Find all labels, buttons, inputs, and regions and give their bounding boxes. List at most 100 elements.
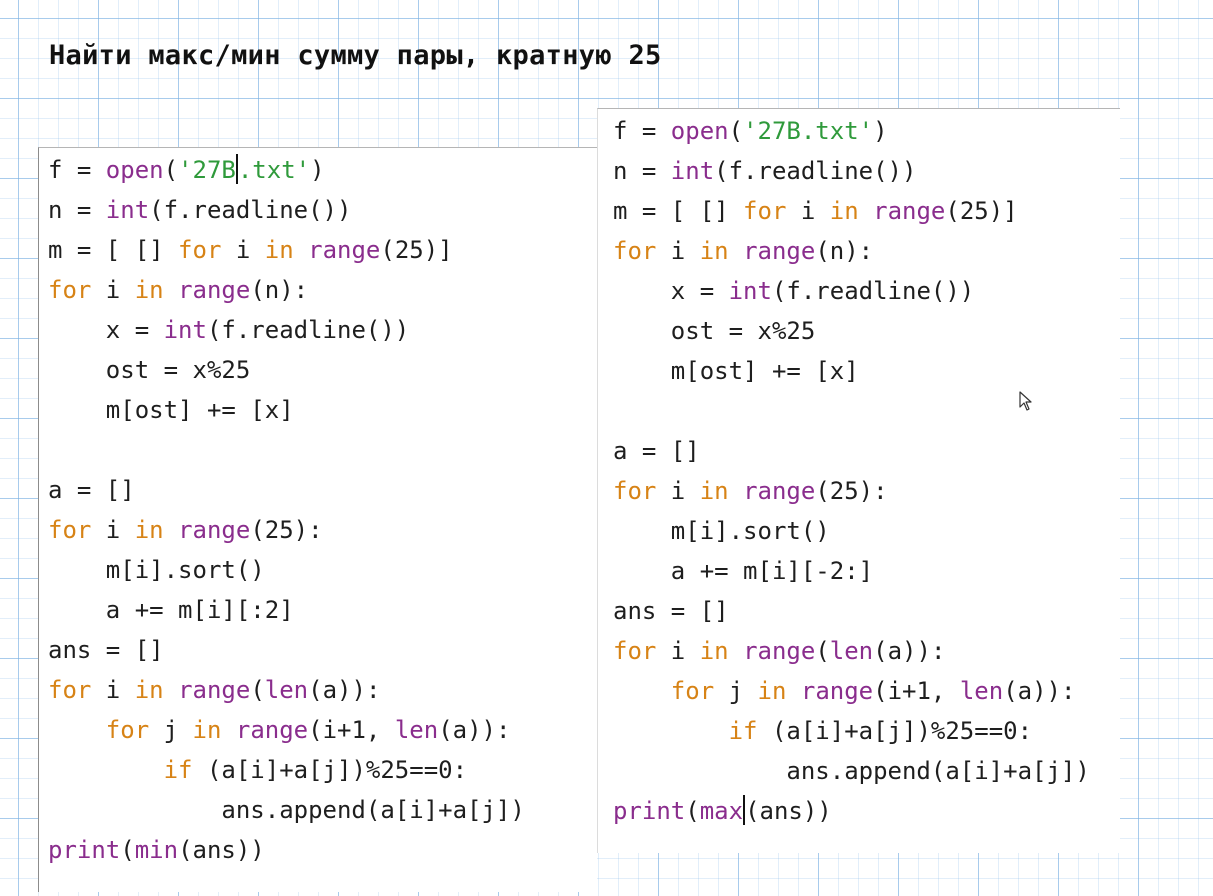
code-builtin: len — [959, 677, 1004, 705]
code-line: ost = x%25 — [48, 350, 525, 390]
code-string: .txt' — [237, 156, 311, 184]
code-line: m[i].sort() — [613, 511, 1090, 551]
code-line: if (a[i]+a[j])%25==0: — [613, 711, 1090, 751]
code-text: (n): — [250, 276, 309, 304]
code-builtin: range — [178, 676, 251, 704]
code-builtin: open — [670, 117, 729, 145]
code-text: (a)): — [308, 676, 381, 704]
code-text: ) — [873, 117, 888, 145]
code-line: print(min(ans)) — [48, 830, 525, 870]
code-builtin: range — [743, 637, 816, 665]
code-text: m[ost] += [x] — [613, 357, 859, 385]
code-keyword: in — [699, 477, 729, 505]
code-line: f = open('27B.txt') — [48, 150, 525, 190]
code-text: (a)): — [1003, 677, 1076, 705]
code-builtin: range — [873, 197, 946, 225]
code-text: j — [714, 677, 758, 705]
code-text: ( — [815, 637, 830, 665]
code-text: (ans)) — [178, 836, 265, 864]
code-text: ( — [728, 117, 744, 145]
code-text: (a)): — [438, 716, 511, 744]
code-text: i — [91, 276, 135, 304]
code-text: ans.append(a[i]+a[j]) — [613, 757, 1090, 785]
code-text: i — [91, 516, 135, 544]
code-line: a += m[i][-2:] — [613, 551, 1090, 591]
code-builtin: int — [163, 316, 207, 344]
mouse-pointer-icon — [1019, 391, 1032, 411]
code-builtin: len — [394, 716, 439, 744]
code-text: j — [149, 716, 193, 744]
code-line: for i in range(len(a)): — [613, 631, 1090, 671]
code-text: a += m[i][:2] — [48, 596, 294, 624]
code-text: i — [91, 676, 135, 704]
code-text: (i+1, — [873, 677, 960, 705]
code-text: (a[i]+a[j])%25==0: — [757, 717, 1033, 745]
code-text: ( — [250, 676, 265, 704]
code-keyword: in — [699, 237, 729, 265]
code-keyword: if — [163, 756, 193, 784]
code-builtin: range — [308, 236, 381, 264]
code-text: ans = [] — [613, 597, 729, 625]
code-line: m = [ [] for i in range(25)] — [613, 191, 1090, 231]
code-builtin: int — [670, 157, 715, 185]
code-text: a = [] — [613, 437, 700, 465]
code-line: m[ost] += [x] — [613, 351, 1090, 391]
code-text: ost = x%25 — [48, 356, 251, 384]
code-builtin: range — [178, 276, 251, 304]
code-builtin: len — [264, 676, 309, 704]
code-text: ost = x%25 — [613, 317, 816, 345]
code-builtin: range — [178, 516, 251, 544]
code-builtin: range — [235, 716, 309, 744]
code-line: a += m[i][:2] — [48, 590, 525, 630]
code-line: m = [ [] for i in range(25)] — [48, 230, 525, 270]
code-text: (a)): — [873, 637, 946, 665]
code-line: for j in range(i+1, len(a)): — [613, 671, 1090, 711]
code-panel-max[interactable]: f = open('27B.txt') n = int(f.readline())… — [597, 108, 1120, 853]
code-text: i — [656, 637, 700, 665]
code-text: n = — [48, 196, 106, 224]
code-text: n = — [613, 157, 671, 185]
code-text: ans.append(a[i]+a[j]) — [48, 796, 525, 824]
code-block-max[interactable]: f = open('27B.txt') n = int(f.readline())… — [613, 111, 1090, 831]
code-text: a = [] — [48, 476, 135, 504]
code-keyword: in — [264, 236, 294, 264]
code-line: x = int(f.readline()) — [48, 310, 525, 350]
code-keyword: for — [613, 237, 657, 265]
code-keyword: for — [105, 716, 150, 744]
code-line: ans.append(a[i]+a[j]) — [613, 751, 1090, 791]
code-builtin: print — [613, 797, 686, 825]
code-line: for i in range(25): — [48, 510, 525, 550]
code-keyword: for — [670, 677, 715, 705]
code-line: x = int(f.readline()) — [613, 271, 1090, 311]
code-line: ost = x%25 — [613, 311, 1090, 351]
code-text: f = — [48, 156, 106, 184]
code-text: (25): — [250, 516, 323, 544]
code-builtin: open — [105, 156, 164, 184]
code-builtin: print — [48, 836, 121, 864]
code-keyword: for — [743, 197, 787, 225]
code-line: a = [] — [48, 470, 525, 510]
code-keyword: for — [48, 276, 92, 304]
code-keyword: for — [613, 477, 657, 505]
code-text: (ans)) — [745, 797, 832, 825]
page-title: Найти макс/мин сумму пары, кратную 25 — [49, 40, 662, 71]
code-text: ( — [120, 836, 135, 864]
code-text: m[i].sort() — [48, 556, 265, 584]
code-builtin: max — [699, 797, 744, 825]
code-block-min[interactable]: f = open('27B.txt') n = int(f.readline())… — [48, 150, 525, 870]
code-panel-min[interactable]: f = open('27B.txt') n = int(f.readline())… — [38, 147, 597, 892]
code-keyword: for — [178, 236, 222, 264]
code-line: for i in range(n): — [48, 270, 525, 310]
code-line: for i in range(len(a)): — [48, 670, 525, 710]
code-line: print(max(ans)) — [613, 791, 1090, 831]
code-text: (f.readline()) — [714, 157, 917, 185]
code-line: a = [] — [613, 431, 1090, 471]
